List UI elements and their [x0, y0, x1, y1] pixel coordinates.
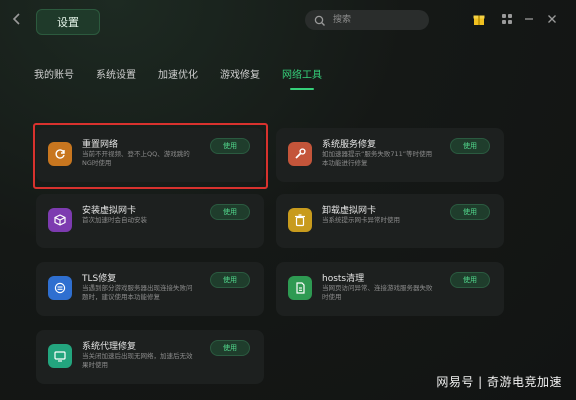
- use-button[interactable]: 使用: [450, 138, 490, 154]
- card-title: TLS修复: [82, 274, 117, 284]
- monitor-icon: [48, 344, 72, 368]
- card-description: 当网页访问异常、连接游戏服务器失败时使用: [322, 284, 433, 301]
- tab-acceleration[interactable]: 加速优化: [158, 66, 198, 90]
- card-uninstall-virtual-nic: 卸载虚拟网卡 当系统提示网卡异常时使用 使用: [276, 194, 504, 248]
- watermark-text: 网易号 | 奇游电竞加速: [436, 375, 562, 389]
- search-box[interactable]: [305, 10, 429, 30]
- tab-game-repair[interactable]: 游戏修复: [220, 66, 260, 90]
- card-description: 当系统提示网卡异常时使用: [322, 216, 400, 224]
- settings-title-tab[interactable]: 设置: [36, 9, 100, 35]
- highlight-box: [33, 123, 268, 189]
- search-input[interactable]: [331, 14, 425, 26]
- card-title: 安装虚拟网卡: [82, 206, 137, 216]
- card-system-proxy-repair: 系统代理修复 当关闭加速后出现无网络，加速后无效果时使用 使用: [36, 330, 264, 384]
- use-button[interactable]: 使用: [210, 204, 250, 220]
- card-title: hosts清理: [322, 274, 365, 284]
- settings-tabs: 我的账号 系统设置 加速优化 游戏修复 网络工具: [34, 66, 344, 90]
- tab-network-tools[interactable]: 网络工具: [282, 66, 322, 90]
- card-description: 当关闭加速后出现无网络，加速后无效果时使用: [82, 352, 193, 369]
- cube-icon: [48, 208, 72, 232]
- search-icon: [313, 13, 327, 27]
- card-title: 系统服务修复: [322, 140, 377, 150]
- tls-icon: [48, 276, 72, 300]
- use-button[interactable]: 使用: [450, 204, 490, 220]
- card-tls-repair: TLS修复 当遇到部分游戏服务器出现连接失败问题时，建议使用本功能修复 使用: [36, 262, 264, 316]
- minimize-icon[interactable]: [522, 12, 536, 26]
- tab-system-settings[interactable]: 系统设置: [96, 66, 136, 90]
- gift-icon[interactable]: [472, 12, 486, 26]
- file-icon: [288, 276, 312, 300]
- back-arrow-icon[interactable]: [10, 12, 24, 26]
- card-title: 系统代理修复: [82, 342, 137, 352]
- wrench-icon: [288, 142, 312, 166]
- tab-my-account[interactable]: 我的账号: [34, 66, 74, 90]
- trash-icon: [288, 208, 312, 232]
- use-button[interactable]: 使用: [450, 272, 490, 288]
- card-system-service-repair: 系统服务修复 如加速器提示“服务失败711”等时使用本功能进行修复 使用: [276, 128, 504, 182]
- card-install-virtual-nic: 安装虚拟网卡 首次加速时会自动安装 使用: [36, 194, 264, 248]
- top-bar: 设置: [0, 0, 576, 40]
- close-icon[interactable]: [545, 12, 559, 26]
- use-button[interactable]: 使用: [210, 340, 250, 356]
- use-button[interactable]: 使用: [210, 272, 250, 288]
- card-description: 当遇到部分游戏服务器出现连接失败问题时，建议使用本功能修复: [82, 284, 193, 301]
- card-description: 如加速器提示“服务失败711”等时使用本功能进行修复: [322, 150, 433, 167]
- card-description: 首次加速时会自动安装: [82, 216, 147, 224]
- card-hosts-cleanup: hosts清理 当网页访问异常、连接游戏服务器失败时使用 使用: [276, 262, 504, 316]
- card-title: 卸载虚拟网卡: [322, 206, 377, 216]
- grid-icon[interactable]: [500, 12, 514, 26]
